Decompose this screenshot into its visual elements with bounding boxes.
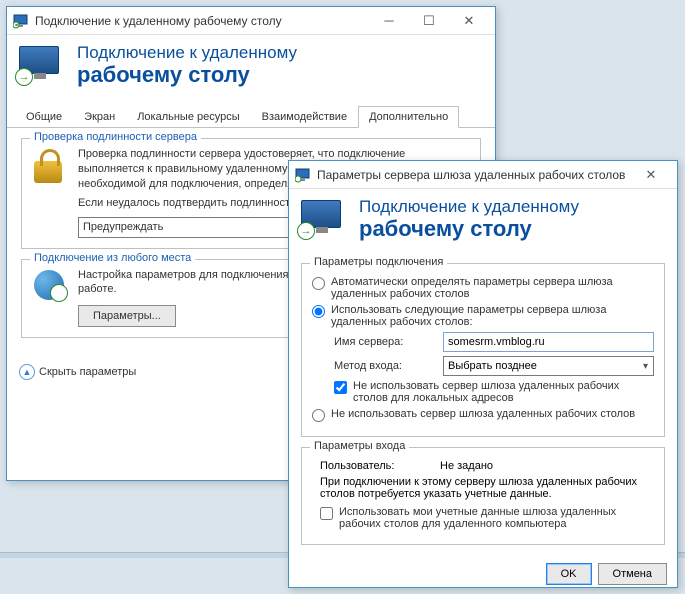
radio-auto-label: Автоматически определять параметры серве… [331,276,654,300]
login-method-value: Выбрать позднее [448,360,537,372]
dialog-banner-line1: Подключение к удаленному [359,197,579,217]
server-name-label: Имя сервера: [334,336,439,348]
radio-no-gateway[interactable]: Не использовать сервер шлюза удаленных р… [312,408,654,422]
globe-icon [32,268,68,304]
server-name-input[interactable] [443,332,654,352]
maximize-button[interactable]: ☐ [409,11,449,31]
gateway-settings-button[interactable]: Параметры... [78,305,176,327]
radio-auto-input[interactable] [312,277,325,290]
tab-experience[interactable]: Взаимодействие [251,106,358,128]
login-params-group: Параметры входа Пользователь: Не задано … [301,447,665,545]
login-method-select[interactable]: Выбрать позднее [443,356,654,376]
minimize-button[interactable]: ─ [369,11,409,31]
dialog-titlebar[interactable]: Параметры сервера шлюза удаленных рабочи… [289,161,677,189]
radio-none-label: Не использовать сервер шлюза удаленных р… [331,408,635,420]
auth-action-value: Предупреждать [83,220,163,235]
connection-params-group: Параметры подключения Автоматически опре… [301,263,665,437]
radio-use-settings[interactable]: Использовать следующие параметры сервера… [312,304,654,328]
connect-anywhere-title: Подключение из любого места [30,252,195,264]
login-method-label: Метод входа: [334,360,439,372]
login-note: При подключении к этому серверу шлюза уд… [320,476,654,500]
check-share-creds[interactable]: Использовать мои учетные данные шлюза уд… [320,506,654,530]
dialog-banner: → Подключение к удаленному рабочему стол… [289,189,677,255]
hide-options-label: Скрыть параметры [39,366,136,378]
rdp-icon [13,13,29,29]
main-titlebar[interactable]: Подключение к удаленному рабочему столу … [7,7,495,35]
user-value: Не задано [440,460,493,472]
radio-use-input[interactable] [312,305,325,318]
tab-local-resources[interactable]: Локальные ресурсы [126,106,250,128]
radio-use-label: Использовать следующие параметры сервера… [331,304,654,328]
login-params-title: Параметры входа [310,440,409,452]
lock-icon [32,147,68,183]
close-button[interactable]: ✕ [449,11,489,31]
rdp-icon [295,167,311,183]
ok-button[interactable]: OK [546,563,592,585]
dialog-close-button[interactable]: ✕ [631,165,671,185]
tab-advanced[interactable]: Дополнительно [358,106,459,128]
connection-params-title: Параметры подключения [310,256,447,268]
main-banner: → Подключение к удаленному рабочему стол… [7,35,495,101]
check-share-input[interactable] [320,507,333,520]
check-bypass-local[interactable]: Не использовать сервер шлюза удаленных р… [334,380,654,404]
tabs: Общие Экран Локальные ресурсы Взаимодейс… [7,105,495,128]
gateway-dialog: Параметры сервера шлюза удаленных рабочи… [288,160,678,588]
banner-line1: Подключение к удаленному [77,43,297,63]
banner-line2: рабочему столу [77,63,297,87]
check-share-label: Использовать мои учетные данные шлюза уд… [339,506,654,530]
rdp-large-icon: → [301,200,345,238]
tab-general[interactable]: Общие [15,106,73,128]
dialog-banner-line2: рабочему столу [359,217,579,241]
radio-none-input[interactable] [312,409,325,422]
user-label: Пользователь: [320,460,440,472]
main-title: Подключение к удаленному рабочему столу [35,14,369,28]
rdp-large-icon: → [19,46,63,84]
dialog-title: Параметры сервера шлюза удаленных рабочи… [317,168,631,182]
check-bypass-label: Не использовать сервер шлюза удаленных р… [353,380,654,404]
server-auth-title: Проверка подлинности сервера [30,131,201,143]
cancel-button[interactable]: Отмена [598,563,667,585]
check-bypass-input[interactable] [334,381,347,394]
radio-auto-detect[interactable]: Автоматически определять параметры серве… [312,276,654,300]
tab-display[interactable]: Экран [73,106,126,128]
chevron-up-icon: ▲ [19,364,35,380]
